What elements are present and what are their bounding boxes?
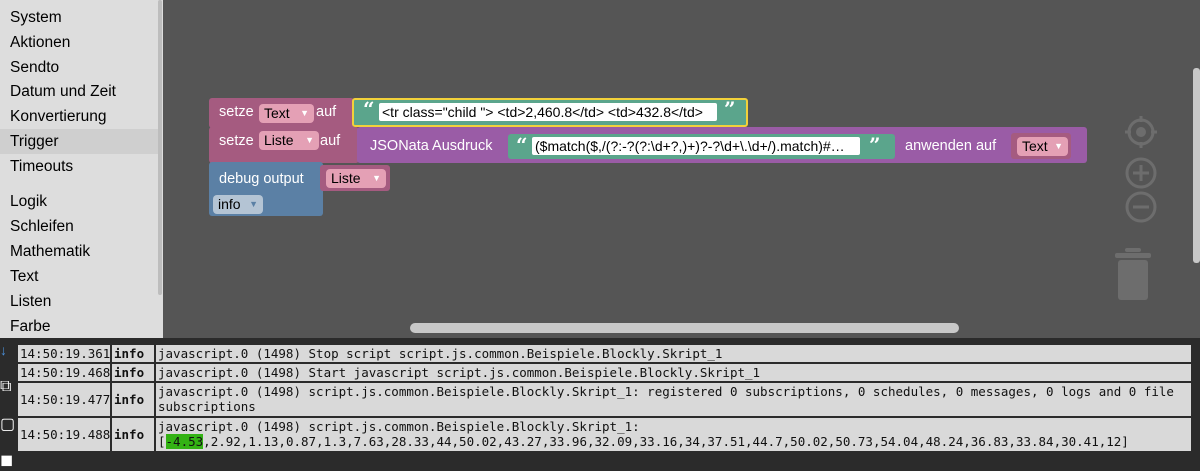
dropdown-arrow-icon: ▼	[305, 135, 314, 145]
close-quote-icon: ”	[724, 97, 736, 121]
category-schleifen[interactable]: Schleifen	[0, 214, 158, 239]
dropdown-arrow-icon: ▼	[372, 173, 381, 183]
log-level: info	[112, 345, 154, 362]
toolbox: System Aktionen Sendto Datum und Zeit Ko…	[0, 0, 158, 338]
log-array-rest: ,2.92,1.13,0.87,1.3,7.63,28.33,44,50.02,…	[203, 434, 1129, 449]
jsonata-expression-input[interactable]: ($match($,/(?:-?(?:\d+?,)+)?-?\d+\.\d+/)…	[532, 137, 860, 155]
log-message: javascript.0 (1498) script.js.common.Bei…	[156, 418, 1191, 451]
log-message: javascript.0 (1498) Start javascript scr…	[156, 364, 1191, 381]
log-time: 14:50:19.468	[18, 364, 111, 381]
debug-variable-dropdown[interactable]: Liste ▼	[326, 169, 386, 188]
category-listen[interactable]: Listen	[0, 289, 158, 314]
text-literal-input[interactable]: <tr class="child "> <td>2,460.8</td> <td…	[379, 103, 717, 121]
log-icon[interactable]: ↓	[0, 342, 7, 358]
category-timeouts[interactable]: Timeouts	[0, 154, 158, 179]
category-aktionen[interactable]: Aktionen	[0, 30, 158, 55]
category-system[interactable]: System	[0, 5, 158, 30]
debug-output-label: debug output	[219, 171, 304, 187]
set-text-label: setze	[219, 104, 254, 120]
category-konvertierung[interactable]: Konvertierung	[0, 104, 158, 129]
category-farbe[interactable]: Farbe	[0, 314, 158, 338]
recenter-icon[interactable]	[1123, 114, 1159, 150]
close-quote-icon: ”	[869, 133, 881, 157]
pause-icon[interactable]: ◼	[0, 450, 13, 470]
log-level: info	[112, 418, 154, 451]
log-message-array: [-4.53,2.92,1.13,0.87,1.3,7.63,28.33,44,…	[158, 434, 1191, 449]
set-list-variable-value: Liste	[264, 132, 294, 148]
log-level: info	[112, 364, 154, 381]
log-time: 14:50:19.361	[18, 345, 111, 362]
zoom-out-icon[interactable]	[1125, 191, 1157, 223]
set-text-variable-value: Text	[264, 105, 290, 121]
log-time: 14:50:19.477	[18, 383, 110, 416]
set-text-variable-dropdown[interactable]: Text ▼	[259, 104, 314, 123]
log-row: 14:50:19.477 info javascript.0 (1498) sc…	[18, 383, 1191, 416]
log-time: 14:50:19.488	[18, 418, 110, 451]
category-datum-und-zeit[interactable]: Datum und Zeit	[0, 79, 158, 104]
set-list-variable-dropdown[interactable]: Liste ▼	[259, 131, 319, 150]
log-highlight-value: -4.53	[165, 434, 204, 449]
debug-level-dropdown[interactable]: info ▼	[213, 195, 263, 214]
trash-icon[interactable]	[1113, 246, 1153, 302]
dropdown-arrow-icon: ▼	[1054, 141, 1063, 151]
clear-icon[interactable]: ▢	[0, 414, 15, 434]
blockly-workspace[interactable]: setze Text ▼ auf “ <tr class="child "> <…	[163, 0, 1200, 338]
category-text[interactable]: Text	[0, 264, 158, 289]
set-list-auf-label: auf	[320, 133, 341, 149]
log-panel: ↓ ⧉ ▢ ◼ 14:50:19.361 info javascript.0 (…	[0, 338, 1200, 471]
log-row: 14:50:19.488 info javascript.0 (1498) sc…	[18, 418, 1191, 451]
jsonata-variable-dropdown[interactable]: Text ▼	[1017, 137, 1068, 156]
dropdown-arrow-icon: ▼	[300, 108, 309, 118]
jsonata-label: JSONata Ausdruck	[370, 138, 493, 154]
workspace-vertical-scrollbar[interactable]	[1193, 68, 1200, 263]
log-array-open: [	[158, 434, 166, 449]
log-row: 14:50:19.361 info javascript.0 (1498) St…	[18, 345, 1191, 362]
log-message-line: javascript.0 (1498) script.js.common.Bei…	[158, 419, 640, 434]
toolbox-scrollbar[interactable]	[158, 0, 162, 295]
category-trigger[interactable]: Trigger	[0, 129, 158, 154]
jsonata-apply-label: anwenden auf	[905, 138, 997, 154]
log-row: 14:50:19.468 info javascript.0 (1498) St…	[18, 364, 1191, 381]
open-quote-icon: “	[516, 133, 528, 157]
debug-level-value: info	[218, 196, 241, 212]
set-text-auf-label: auf	[316, 104, 337, 120]
copy-icon[interactable]: ⧉	[0, 378, 11, 396]
category-logik[interactable]: Logik	[0, 189, 158, 214]
log-message: javascript.0 (1498) Stop script script.j…	[156, 345, 1191, 362]
jsonata-variable-value: Text	[1022, 138, 1048, 154]
log-level: info	[112, 383, 154, 416]
log-message: javascript.0 (1498) script.js.common.Bei…	[156, 383, 1191, 416]
zoom-in-icon[interactable]	[1125, 157, 1157, 189]
category-sendto[interactable]: Sendto	[0, 55, 158, 80]
dropdown-arrow-icon: ▼	[249, 199, 258, 209]
open-quote-icon: “	[363, 97, 375, 121]
workspace-horizontal-scrollbar[interactable]	[410, 323, 959, 333]
set-list-label: setze	[219, 133, 254, 149]
category-mathematik[interactable]: Mathematik	[0, 239, 158, 264]
debug-variable-value: Liste	[331, 170, 361, 186]
